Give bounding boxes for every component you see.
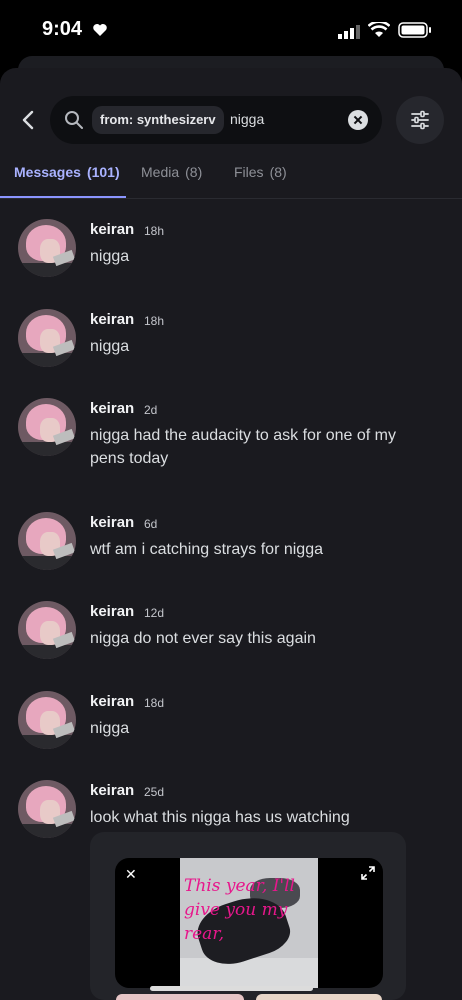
timestamp: 6d	[144, 517, 158, 531]
author-name[interactable]: keiran	[90, 603, 134, 620]
clear-search-icon[interactable]	[348, 110, 368, 130]
media-embed: This year, I'll give you my rear, ✕	[90, 832, 406, 1000]
video-caption: This year, I'll give you my rear,	[184, 876, 295, 944]
author-name[interactable]: keiran	[90, 221, 134, 238]
timestamp: 25d	[144, 785, 165, 799]
timestamp: 18h	[144, 314, 165, 328]
search-icon	[65, 111, 83, 129]
message-text: nigga do not ever say this again	[90, 630, 316, 647]
author-name[interactable]: keiran	[90, 693, 134, 710]
tab-label: Media	[141, 164, 180, 180]
reaction-chip[interactable]	[256, 994, 382, 1000]
reaction-chip[interactable]	[116, 994, 244, 1000]
avatar[interactable]	[18, 780, 76, 838]
battery-icon	[398, 22, 431, 38]
tab-label: Messages	[14, 164, 81, 180]
video-player[interactable]: This year, I'll give you my rear, ✕	[115, 858, 383, 988]
author-name[interactable]: keiran	[90, 782, 134, 799]
video-thumbnail[interactable]: This year, I'll give you my rear,	[180, 858, 318, 988]
avatar[interactable]	[18, 601, 76, 659]
tab-count: (8)	[269, 164, 287, 180]
message-text: wtf am i catching strays for nigga	[90, 541, 323, 558]
message-text: nigga	[90, 248, 130, 265]
heart-icon	[93, 24, 107, 36]
search-tabs: Messages (101) Media (8) Files (8)	[0, 160, 462, 199]
cellular-signal-icon	[338, 25, 360, 39]
sliders-icon	[411, 110, 429, 130]
timestamp: 12d	[144, 606, 165, 620]
wifi-icon	[368, 22, 390, 37]
tab-count: (101)	[86, 164, 120, 180]
timestamp: 18h	[144, 224, 165, 238]
tab-label: Files	[234, 164, 264, 180]
home-indicator	[150, 986, 313, 991]
tab-files[interactable]: Files (8)	[234, 164, 287, 180]
timestamp: 2d	[144, 403, 158, 417]
avatar[interactable]	[18, 398, 76, 456]
timestamp: 18d	[144, 696, 165, 710]
tab-messages[interactable]: Messages (101)	[14, 164, 120, 180]
author-name[interactable]: keiran	[90, 514, 134, 531]
message-text: nigga	[90, 720, 130, 737]
tab-count: (8)	[185, 164, 203, 180]
message-text: nigga	[90, 338, 130, 355]
message-text: look what this nigga has us watching	[90, 809, 350, 826]
avatar[interactable]	[18, 691, 76, 749]
expand-icon[interactable]	[361, 866, 375, 880]
status-time: 9:04	[42, 18, 83, 40]
filter-settings-button[interactable]	[396, 96, 444, 144]
search-input[interactable]: from: synthesizerv nigga	[50, 96, 382, 144]
avatar[interactable]	[18, 219, 76, 277]
back-chevron-icon[interactable]	[18, 108, 40, 132]
avatar[interactable]	[18, 309, 76, 367]
close-icon[interactable]: ✕	[125, 866, 137, 883]
from-filter-chip[interactable]: from: synthesizerv	[92, 106, 224, 134]
author-name[interactable]: keiran	[90, 400, 134, 417]
author-name[interactable]: keiran	[90, 311, 134, 328]
tab-media[interactable]: Media (8)	[141, 164, 202, 180]
avatar[interactable]	[18, 512, 76, 570]
message-text: nigga had the audacity to ask for one of…	[90, 427, 396, 467]
status-bar: 9:04	[0, 0, 462, 62]
active-tab-indicator	[0, 196, 126, 198]
search-query-text[interactable]: nigga	[230, 111, 264, 127]
